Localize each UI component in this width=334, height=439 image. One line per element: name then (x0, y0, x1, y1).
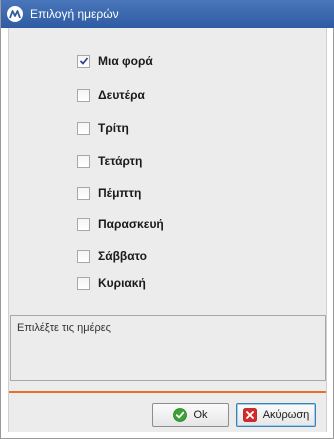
option-thursday[interactable]: Πέμπτη (77, 185, 141, 201)
window-title: Επιλογή ημερών (30, 7, 119, 21)
option-once-label: Μια φορά (98, 54, 153, 68)
info-text: Επιλέξτε τις ημέρες (17, 322, 111, 334)
option-monday[interactable]: Δευτέρα (77, 87, 145, 103)
cancel-button-label: Ακύρωση (262, 409, 310, 421)
option-wednesday[interactable]: Τετάρτη (77, 153, 142, 169)
checkbox-friday[interactable] (77, 217, 90, 231)
option-saturday[interactable]: Σάββατο (77, 248, 147, 264)
ok-button-label: Ok (193, 409, 208, 421)
checkbox-tuesday[interactable] (77, 121, 90, 135)
green-check-icon (173, 408, 188, 422)
option-thursday-label: Πέμπτη (98, 186, 142, 200)
checkmark-icon (79, 57, 88, 65)
dialog-body: Μια φορά Δευτέρα Τρίτη Τετάρτη Πέμπτη Πα… (8, 28, 327, 432)
option-wednesday-label: Τετάρτη (98, 154, 143, 168)
checkbox-wednesday[interactable] (77, 154, 90, 168)
option-friday[interactable]: Παρασκευή (77, 216, 164, 232)
option-tuesday-label: Τρίτη (98, 121, 129, 135)
checkbox-thursday[interactable] (77, 186, 90, 200)
checkbox-sunday[interactable] (77, 276, 90, 290)
dialog-window: Επιλογή ημερών Μια φορά Δευτέρα Τρίτη Τε… (0, 0, 334, 439)
option-sunday[interactable]: Κυριακή (77, 275, 146, 291)
ok-button[interactable]: Ok (152, 403, 229, 427)
option-friday-label: Παρασκευή (98, 217, 164, 231)
option-saturday-label: Σάββατο (98, 249, 147, 263)
cancel-button[interactable]: Ακύρωση (236, 403, 316, 427)
checkbox-saturday[interactable] (77, 249, 90, 263)
app-logo-icon (7, 6, 23, 22)
title-bar[interactable]: Επιλογή ημερών (1, 0, 334, 28)
red-x-icon (242, 408, 257, 422)
option-monday-label: Δευτέρα (98, 88, 145, 102)
option-tuesday[interactable]: Τρίτη (77, 120, 129, 136)
checkbox-monday[interactable] (77, 88, 90, 102)
option-sunday-label: Κυριακή (98, 276, 146, 290)
checkbox-once[interactable] (77, 54, 90, 68)
info-panel: Επιλέξτε τις ημέρες (10, 315, 326, 381)
separator-line (9, 391, 326, 393)
option-once[interactable]: Μια φορά (77, 53, 153, 69)
